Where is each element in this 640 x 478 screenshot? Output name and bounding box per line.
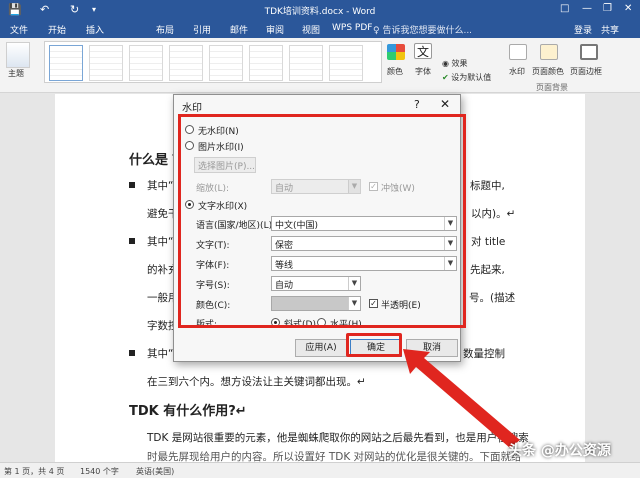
word-count[interactable]: 1540 个字	[80, 466, 119, 477]
language-status[interactable]: 英语(美国)	[136, 466, 174, 477]
status-bar: 第 1 页，共 4 页 1540 个字 英语(美国)	[0, 462, 640, 478]
pointer-arrow	[403, 349, 520, 448]
arrow-icon	[403, 349, 520, 448]
source-watermark: 头条 @办公资源	[508, 443, 611, 459]
page-count[interactable]: 第 1 页，共 4 页	[4, 466, 64, 477]
